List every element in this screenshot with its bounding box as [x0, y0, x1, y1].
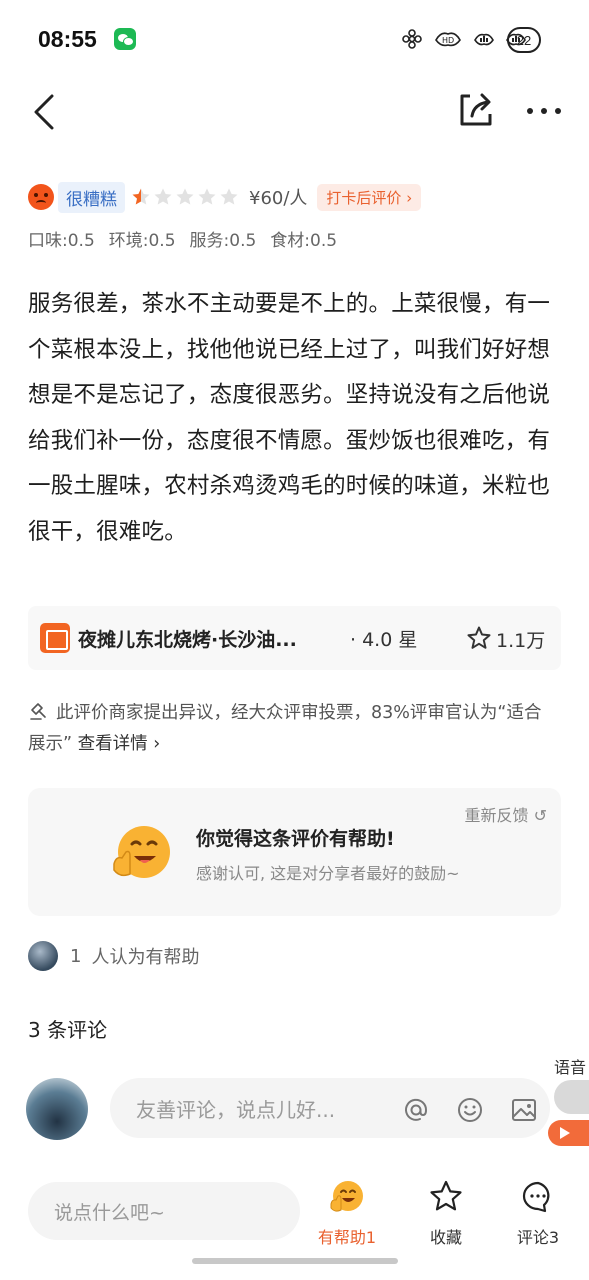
- play-icon[interactable]: [548, 1120, 589, 1146]
- shop-name: 夜摊儿东北烧烤·长沙油...: [78, 628, 297, 651]
- share-button[interactable]: [456, 90, 496, 130]
- battery-indicator: 22: [507, 27, 541, 53]
- helpful-row[interactable]: 1 人认为有帮助: [28, 940, 199, 972]
- avatar: [28, 941, 58, 971]
- chevron-right-icon: ›: [401, 188, 413, 207]
- chevron-left-icon: [34, 94, 54, 130]
- comment-row: 友善评论，说点儿好...: [26, 1076, 589, 1142]
- empty-star-icon: [176, 188, 194, 205]
- score-taste: 口味:0.5: [28, 231, 95, 251]
- shop-rating: · 4.0 星: [350, 628, 418, 651]
- image-icon[interactable]: [510, 1096, 538, 1124]
- voice-float-widget[interactable]: 语音: [546, 1050, 589, 1150]
- view-details-label: 查看详情: [77, 734, 148, 754]
- review-text: 服务很差，茶水不主动要是不上的。上菜很慢，有一个菜根本没上，找他他说已经上过了，…: [28, 291, 551, 545]
- half-star-icon: [132, 188, 150, 205]
- tab-helpful-label: 有帮助1: [317, 1228, 377, 1247]
- sub-scores: 口味:0.5 环境:0.5 服务:0.5 食材:0.5: [28, 226, 337, 251]
- score-service: 服务:0.5: [189, 231, 257, 251]
- feedback-title: 你觉得这条评价有帮助!: [196, 828, 395, 850]
- gavel-icon: [30, 703, 46, 720]
- nav-bar: [0, 80, 589, 144]
- star-rating: [131, 187, 239, 207]
- tab-helpful[interactable]: 有帮助1: [307, 1178, 387, 1248]
- refeedback-button[interactable]: 重新反馈 ↺: [464, 802, 547, 826]
- angry-face-icon: [28, 184, 54, 210]
- comment-placeholder: 友善评论，说点儿好...: [136, 1097, 336, 1122]
- signal-1-icon: [473, 28, 495, 50]
- shop-card[interactable]: 夜摊儿东北烧烤·长沙油... · 4.0 星 1.1万: [28, 606, 561, 670]
- refeedback-label: 重新反馈: [464, 806, 529, 825]
- voice-label: 语音: [554, 1058, 587, 1077]
- star-icon: [430, 1180, 462, 1211]
- helpful-count: 1: [70, 945, 82, 967]
- dispute-notice: 此评价商家提出异议，经大众评审投票，83%评审官认为“适合展示” 查看详情 ›: [28, 698, 558, 760]
- flower-icon: [401, 28, 423, 50]
- tab-favorite[interactable]: 收藏: [406, 1178, 486, 1248]
- status-time: 08:55: [38, 26, 97, 52]
- shop-icon: [40, 623, 70, 653]
- price-per-person: ¥60/人: [249, 188, 308, 209]
- rating-row: 很糟糕 ¥60/人 打卡后评价 ›: [28, 181, 422, 213]
- mention-icon[interactable]: [402, 1096, 430, 1124]
- comment-input[interactable]: 友善评论，说点儿好...: [110, 1078, 550, 1138]
- more-button[interactable]: [522, 96, 566, 126]
- home-indicator[interactable]: [192, 1258, 398, 1264]
- tab-favorite-label: 收藏: [429, 1228, 462, 1247]
- bottom-bar: 说点什么吧~ 有帮助1 收藏 评论3: [0, 1176, 589, 1250]
- mood-label: 很糟糕: [58, 181, 125, 213]
- svg-text:HD: HD: [442, 36, 454, 45]
- more-icon: [527, 108, 561, 114]
- say-placeholder: 说点什么吧~: [54, 1201, 165, 1224]
- voice-thumbnail: [554, 1080, 589, 1114]
- empty-star-icon: [198, 188, 216, 205]
- undo-icon: ↺: [533, 806, 547, 825]
- helpful-text: 人认为有帮助: [91, 947, 200, 968]
- checkin-label: 打卡后评价: [326, 188, 402, 207]
- favorite-star-icon[interactable]: [466, 625, 492, 651]
- thumbs-up-emoji-icon: [113, 826, 170, 878]
- checkin-review-button[interactable]: 打卡后评价 ›: [317, 183, 422, 211]
- say-something-input[interactable]: 说点什么吧~: [28, 1182, 300, 1240]
- feedback-card: 重新反馈 ↺ 你觉得这条评价有帮助! 感谢认可, 这是对分享者最好的鼓励~: [28, 788, 561, 916]
- tab-comment[interactable]: 评论3: [498, 1178, 578, 1248]
- tab-comment-label: 评论3: [516, 1228, 560, 1247]
- hd-icon: HD: [433, 28, 463, 50]
- empty-star-icon: [220, 188, 238, 205]
- score-ingredients: 食材:0.5: [270, 231, 338, 251]
- favorite-count: 1.1万: [496, 630, 546, 652]
- wechat-icon: [114, 28, 136, 50]
- user-avatar: [26, 1078, 88, 1140]
- feedback-subtitle: 感谢认可, 这是对分享者最好的鼓励~: [196, 864, 460, 883]
- emoji-face-icon: [330, 1181, 363, 1212]
- score-environment: 环境:0.5: [108, 231, 176, 251]
- status-bar: 08:55 HD 22: [0, 0, 589, 80]
- view-details-link[interactable]: 查看详情 ›: [78, 734, 161, 754]
- share-icon: [460, 93, 492, 126]
- comment-icon: [522, 1181, 550, 1213]
- back-button[interactable]: [26, 90, 66, 134]
- empty-star-icon: [154, 188, 172, 205]
- emoji-icon[interactable]: [456, 1096, 484, 1124]
- comment-count: 3 条评论: [28, 1018, 108, 1042]
